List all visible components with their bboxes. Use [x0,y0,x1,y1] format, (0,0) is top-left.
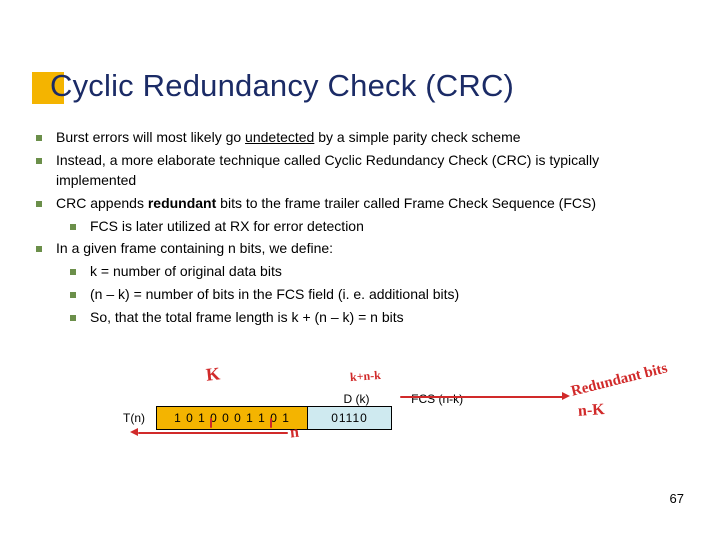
text-bold: redundant [148,195,216,211]
diagram-labels: D (k) FCS (n-k) [112,392,472,406]
annotation-k: K [205,363,221,385]
text-fragment: bits to the frame trailer called Frame C… [216,195,596,211]
annotation-arrow-stroke [138,432,288,434]
annotation-redundant: Redundant bits [569,360,669,400]
annotation-k-plus: k+n-k [350,368,382,385]
bullet-list: Burst errors will most likely go undetec… [36,128,676,331]
bullet-icon [70,224,76,230]
arrow-left-icon [130,428,138,436]
bullet-text: Burst errors will most likely go undetec… [56,128,676,148]
bullet-text: k = number of original data bits [90,262,676,282]
arrow-right-icon [562,392,570,400]
bullet-icon [36,201,42,207]
bullet-text: (n – k) = number of bits in the FCS fiel… [90,285,676,305]
text-fragment: CRC appends [56,195,148,211]
bullet-icon [36,246,42,252]
bullet-text: Instead, a more elaborate technique call… [56,151,676,191]
bullet-icon [70,292,76,298]
bullet-icon [70,269,76,275]
list-item: Instead, a more elaborate technique call… [36,151,676,191]
bullet-text: FCS is later utilized at RX for error de… [90,217,676,237]
diagram-fcs-box: 01110 [308,406,392,430]
diagram-label-empty [112,392,275,406]
diagram-data-box: 1 0 1 0 0 0 1 1 0 1 [156,406,308,430]
diagram-label-fcs: FCS (n-k) [402,392,472,406]
text-fragment: by a simple parity check scheme [314,129,520,145]
bullet-text: CRC appends redundant bits to the frame … [56,194,676,214]
diagram-label-dk: D (k) [319,392,395,406]
bullet-icon [70,315,76,321]
list-subitem: FCS is later utilized at RX for error de… [36,217,676,237]
bullet-text: In a given frame containing n bits, we d… [56,239,676,259]
annotation-tick [210,418,212,428]
slide-title: Cyclic Redundancy Check (CRC) [50,68,514,104]
text-fragment: Burst errors will most likely go [56,129,245,145]
annotation-n: n [289,424,300,443]
text-underlined: undetected [245,129,314,145]
list-item: CRC appends redundant bits to the frame … [36,194,676,214]
bullet-icon [36,135,42,141]
list-item: Burst errors will most likely go undetec… [36,128,676,148]
bullet-icon [36,158,42,164]
list-subitem: (n – k) = number of bits in the FCS fiel… [36,285,676,305]
bullet-text: So, that the total frame length is k + (… [90,308,676,328]
annotation-arrow-stroke [400,396,564,398]
list-item: In a given frame containing n bits, we d… [36,239,676,259]
annotation-n-minus-k: n-K [577,401,605,421]
annotation-tick [270,418,272,428]
page-number: 67 [670,491,684,506]
list-subitem: k = number of original data bits [36,262,676,282]
list-subitem: So, that the total frame length is k + (… [36,308,676,328]
diagram-tn: T(n) [112,406,156,430]
